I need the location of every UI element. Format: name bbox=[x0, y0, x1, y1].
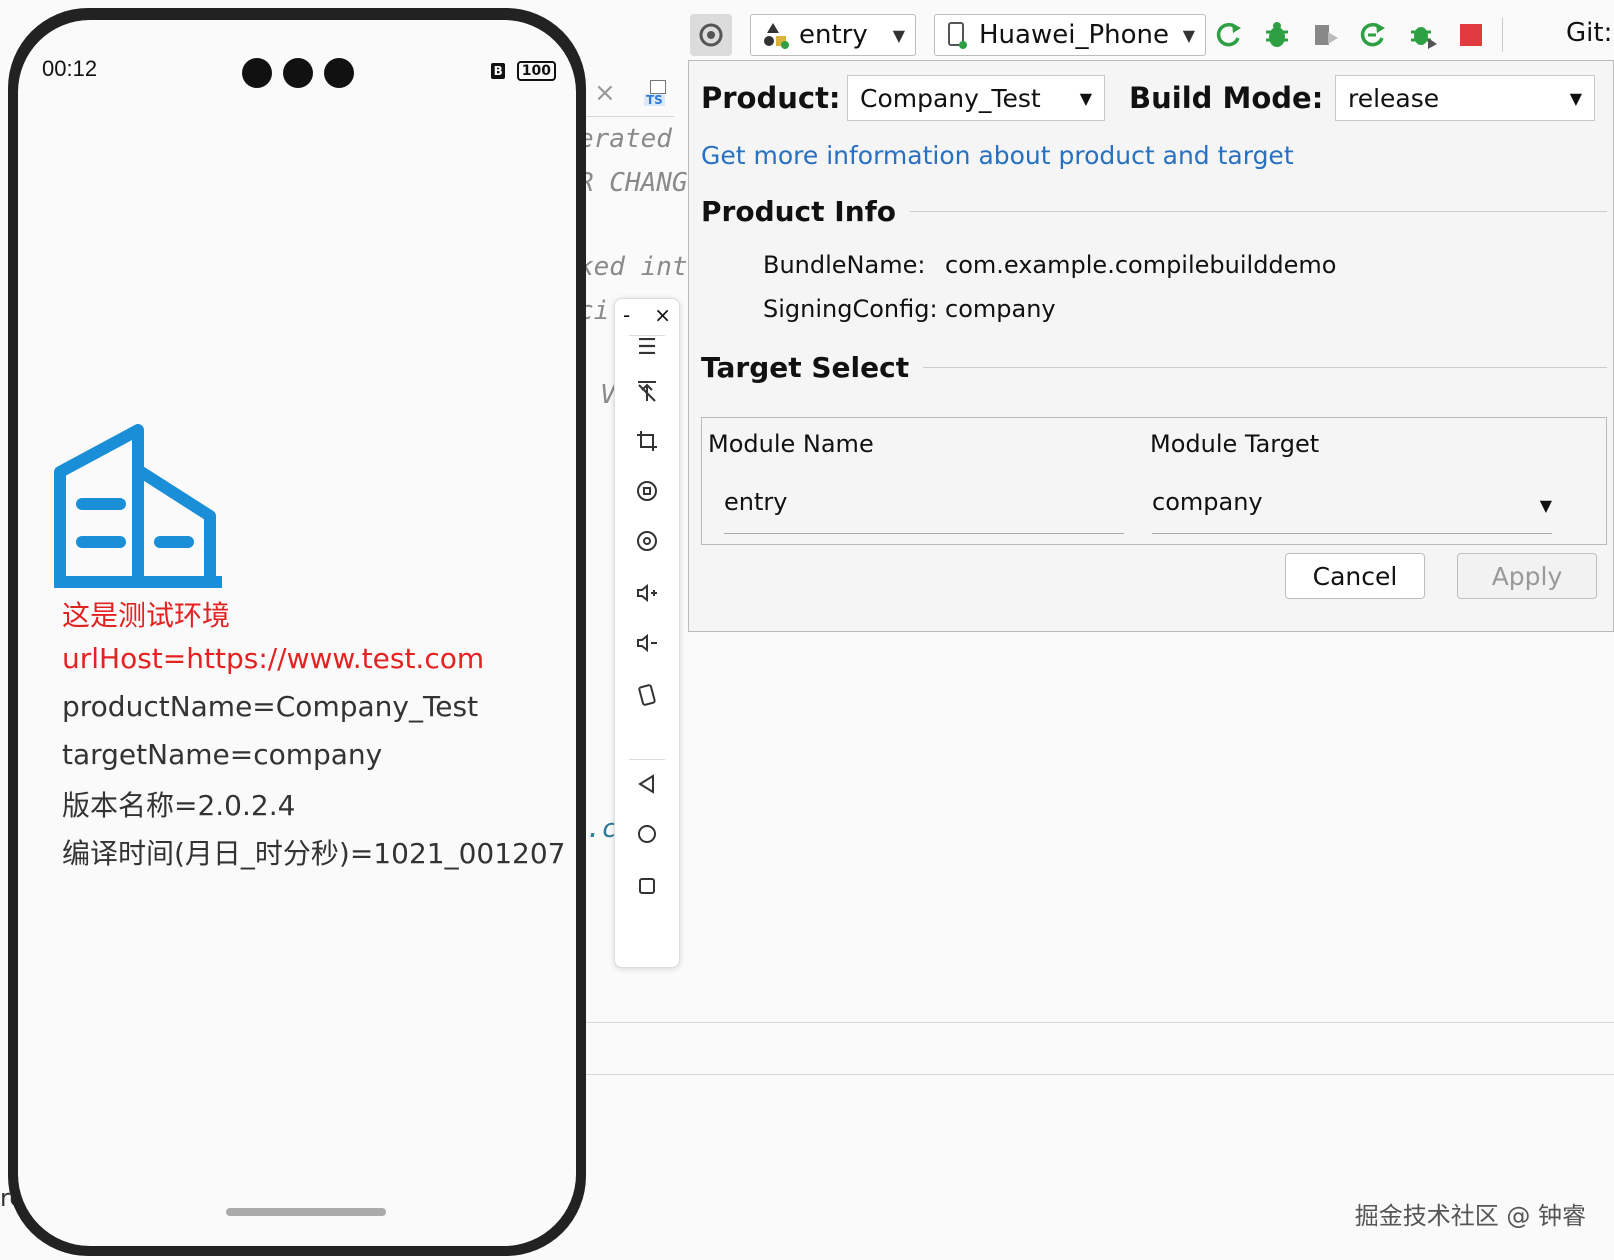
status-icons: B 100 bbox=[491, 60, 556, 81]
build-mode-label: Build Mode: bbox=[1129, 81, 1323, 115]
typescript-file-icon[interactable]: TS bbox=[640, 80, 670, 106]
minimize-icon[interactable]: - bbox=[623, 303, 630, 327]
crop-icon[interactable] bbox=[615, 429, 679, 459]
signing-config-key: SigningConfig: bbox=[763, 295, 938, 323]
watermark: 掘金技术社区 @ 钟睿 bbox=[1355, 1196, 1586, 1231]
home-indicator[interactable] bbox=[226, 1208, 386, 1216]
volume-up-icon[interactable] bbox=[615, 581, 679, 611]
code-fragment: R CHANG bbox=[578, 168, 688, 198]
chevron-down-icon: ▼ bbox=[1183, 26, 1195, 45]
module-icon bbox=[761, 20, 791, 50]
column-header: Module Target bbox=[1150, 430, 1319, 458]
camera-icon bbox=[324, 58, 354, 88]
home-icon[interactable] bbox=[615, 823, 679, 851]
screen-record-icon[interactable] bbox=[615, 529, 679, 559]
building-icon bbox=[52, 424, 228, 596]
attach-debugger-icon[interactable] bbox=[1406, 18, 1440, 52]
build-mode-select[interactable]: release ▼ bbox=[1335, 75, 1595, 121]
device-select[interactable]: Huawei_Phone ▼ bbox=[934, 14, 1206, 56]
menu-icon[interactable]: ☰ bbox=[615, 335, 679, 360]
product-select[interactable]: Company_Test ▼ bbox=[847, 75, 1105, 121]
battery-icon: 100 bbox=[517, 61, 556, 81]
target-name-label: targetName=company bbox=[62, 738, 382, 771]
module-target-value: company bbox=[1152, 488, 1263, 516]
bundle-name-key: BundleName: bbox=[763, 251, 925, 279]
camera-icon bbox=[283, 58, 313, 88]
divider bbox=[910, 211, 1607, 212]
code-fragment: erated bbox=[578, 124, 672, 154]
ide-panel-divider bbox=[580, 1022, 1614, 1023]
section-title: Product Info bbox=[701, 195, 896, 228]
profile-icon[interactable] bbox=[1308, 18, 1342, 52]
code-fragment: ked int bbox=[578, 252, 688, 282]
camera-icon bbox=[242, 58, 272, 88]
env-label: 这是测试环境 bbox=[62, 594, 230, 634]
divider bbox=[923, 367, 1607, 368]
product-info-section: Product Info bbox=[701, 195, 1607, 228]
code-fragment: .c bbox=[586, 814, 617, 844]
product-label: Product: bbox=[701, 81, 841, 115]
emulator-toolbar: - × ☰ bbox=[614, 298, 680, 968]
phone-frame: 00:12 B 100 这是测试环境 urlHost=https://www.t… bbox=[8, 8, 586, 1256]
apply-button[interactable]: Apply bbox=[1457, 553, 1597, 599]
url-host-label: urlHost=https://www.test.com bbox=[62, 642, 484, 675]
target-table: Module Name Module Target entry company … bbox=[701, 417, 1607, 545]
target-icon[interactable] bbox=[690, 14, 732, 56]
cancel-button[interactable]: Cancel bbox=[1285, 553, 1425, 599]
build-time-label: 编译时间(月日_时分秒)=1021_001207 bbox=[62, 832, 565, 872]
signing-config-value: company bbox=[945, 295, 1056, 323]
sim-icon: B bbox=[491, 63, 505, 79]
rotate-icon[interactable] bbox=[615, 479, 679, 509]
apply-changes-icon[interactable] bbox=[1356, 18, 1390, 52]
chevron-down-icon: ▼ bbox=[1570, 89, 1582, 108]
product-select-value: Company_Test bbox=[860, 84, 1041, 113]
bundle-name-value: com.example.compilebuilddemo bbox=[945, 251, 1337, 279]
phone-device-icon bbox=[945, 20, 971, 50]
volume-down-icon[interactable] bbox=[615, 631, 679, 661]
recent-apps-icon[interactable] bbox=[615, 875, 679, 903]
module-target-select[interactable]: company ▼ bbox=[1152, 488, 1552, 534]
product-target-dialog: Product: Company_Test ▼ Build Mode: rele… bbox=[688, 60, 1614, 632]
chevron-down-icon: ▼ bbox=[893, 26, 905, 45]
git-label: Git: bbox=[1566, 18, 1612, 48]
divider bbox=[629, 759, 665, 760]
debug-icon[interactable] bbox=[1260, 18, 1294, 52]
section-title: Target Select bbox=[701, 351, 909, 384]
run-icon[interactable] bbox=[1212, 18, 1246, 52]
chevron-down-icon: ▼ bbox=[1080, 89, 1092, 108]
stop-icon[interactable] bbox=[1454, 18, 1488, 52]
chevron-down-icon: ▼ bbox=[1540, 488, 1552, 515]
module-name-cell: entry bbox=[724, 488, 1124, 534]
toolbar-separator bbox=[1502, 18, 1503, 52]
info-link[interactable]: Get more information about product and t… bbox=[701, 141, 1294, 170]
target-select-section: Target Select bbox=[701, 351, 1607, 384]
module-select[interactable]: entry ▼ bbox=[750, 14, 916, 56]
shake-icon[interactable] bbox=[615, 683, 679, 713]
screenshot-pin-icon[interactable] bbox=[615, 379, 679, 409]
column-header: Module Name bbox=[708, 430, 874, 458]
close-icon[interactable]: × bbox=[654, 303, 671, 327]
editor-tab-close-icon[interactable]: × bbox=[594, 78, 616, 108]
back-icon[interactable] bbox=[615, 773, 679, 801]
product-name-label: productName=Company_Test bbox=[62, 690, 478, 723]
build-mode-value: release bbox=[1348, 84, 1439, 113]
main-toolbar: entry ▼ Huawei_Phone ▼ Git: bbox=[690, 14, 1614, 62]
module-name-value: entry bbox=[724, 488, 787, 516]
emulator-toolbar-header: - × bbox=[623, 303, 671, 327]
version-name-label: 版本名称=2.0.2.4 bbox=[62, 784, 295, 824]
ide-panel-divider bbox=[580, 1074, 1614, 1075]
phone-screen: 00:12 B 100 这是测试环境 urlHost=https://www.t… bbox=[18, 20, 576, 1246]
status-time: 00:12 bbox=[42, 56, 97, 82]
